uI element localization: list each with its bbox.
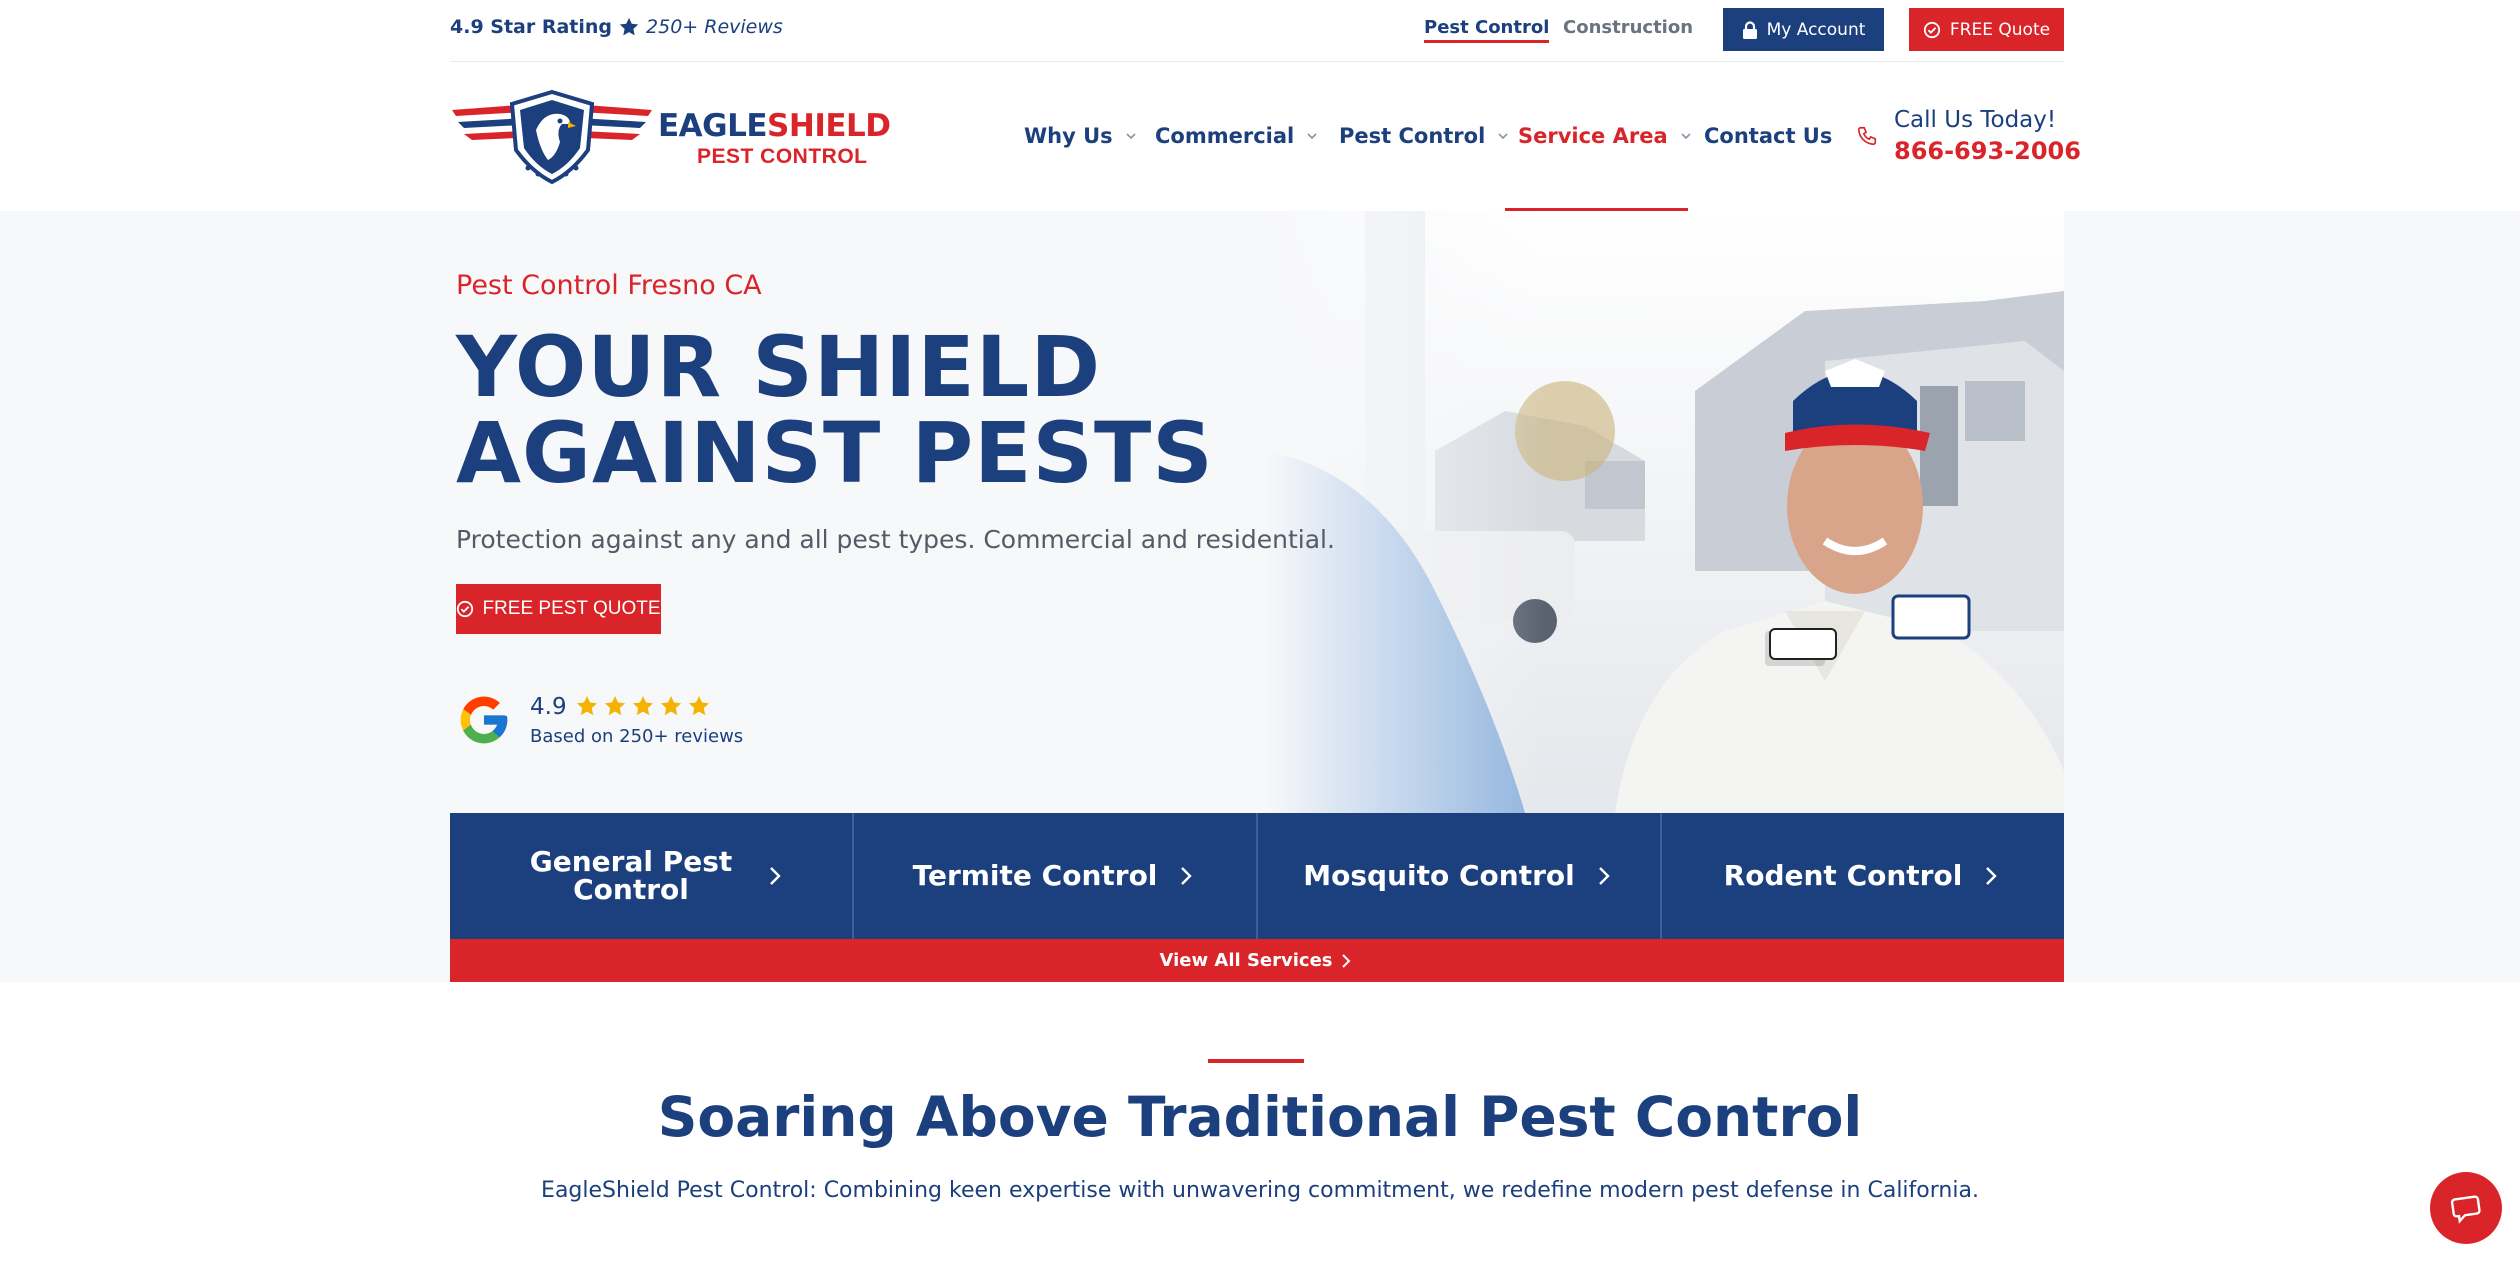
nav-commercial[interactable]: Commercial — [1155, 124, 1318, 148]
eagle-shield-logo — [452, 89, 652, 185]
brand-name: EAGLESHIELD — [658, 108, 891, 144]
brand-subtitle: PEST CONTROL — [697, 145, 868, 168]
free-quote-label: FREE Quote — [1949, 19, 2051, 40]
hero-photo-art — [1265, 211, 2064, 813]
nav-contact-us[interactable]: Contact Us — [1704, 124, 1832, 148]
google-rating-stars — [575, 694, 711, 718]
google-icon — [460, 696, 508, 744]
service-rodent-label: Rodent Control — [1723, 859, 1963, 892]
nav-service-area-label: Service Area — [1518, 124, 1668, 148]
hero-subtitle: Protection against any and all pest type… — [456, 525, 1335, 554]
hero-title: YOUR SHIELD AGAINST PESTS — [456, 324, 1214, 496]
chevron-right-icon — [1986, 867, 1998, 885]
top-rating: 4.9 Star Rating 250+ Reviews — [450, 16, 783, 38]
section-divider — [1208, 1059, 1304, 1063]
services-strip: General Pest Control Termite Control Mos… — [450, 813, 2064, 939]
chevron-right-icon — [1342, 953, 1351, 968]
my-account-button[interactable]: My Account — [1723, 8, 1884, 51]
chevron-right-icon — [770, 867, 781, 885]
top-rating-value: 4.9 Star Rating — [450, 16, 613, 38]
free-pest-quote-label: FREE PEST QUOTE — [482, 598, 661, 619]
brand-name-a: EAGLE — [658, 108, 768, 144]
view-all-label: View All Services — [1159, 950, 1333, 971]
chevron-down-icon — [1307, 133, 1317, 140]
service-rodent-control[interactable]: Rodent Control — [1662, 813, 2064, 939]
star-icon — [633, 696, 653, 716]
section-subtitle: EagleShield Pest Control: Combining keen… — [541, 1178, 1979, 1203]
hero-title-line-1: YOUR SHIELD — [456, 318, 1102, 416]
service-mosquito-label: Mosquito Control — [1303, 859, 1575, 892]
top-link-construction[interactable]: Construction — [1563, 17, 1693, 38]
chevron-right-icon — [1181, 867, 1193, 885]
view-all-services-button[interactable]: View All Services — [450, 939, 2064, 982]
nav-pest-control[interactable]: Pest Control — [1339, 124, 1509, 148]
hero-photo-technician — [1265, 211, 2064, 813]
my-account-label: My Account — [1766, 19, 1866, 40]
free-quote-button[interactable]: FREE Quote — [1909, 8, 2064, 51]
chat-button[interactable] — [2430, 1172, 2502, 1244]
nav-service-area[interactable]: Service Area — [1518, 124, 1692, 148]
section-title: Soaring Above Traditional Pest Control — [657, 1085, 1863, 1149]
service-general-label: General Pest Control — [529, 845, 733, 906]
service-termite-label: Termite Control — [912, 859, 1158, 892]
chevron-down-icon — [1681, 133, 1691, 140]
top-reviews: 250+ Reviews — [646, 16, 783, 38]
service-general-pest-control[interactable]: General Pest Control — [450, 813, 854, 939]
check-circle-icon — [457, 600, 474, 618]
utility-bar: 4.9 Star Rating 250+ Reviews Pest Contro… — [450, 0, 2064, 62]
nav-pest-control-label: Pest Control — [1339, 124, 1486, 148]
chevron-down-icon — [1126, 133, 1136, 140]
star-icon — [619, 17, 639, 36]
star-icon — [605, 696, 625, 716]
star-icon — [689, 696, 709, 716]
chevron-right-icon — [1598, 867, 1610, 885]
nav-contact-us-label: Contact Us — [1704, 124, 1833, 148]
nav-why-us[interactable]: Why Us — [1024, 124, 1137, 148]
hero-title-line-2: AGAINST PESTS — [456, 404, 1214, 502]
logo[interactable]: EAGLESHIELD PEST CONTROL — [452, 89, 891, 185]
call-label: Call Us Today! — [1894, 107, 2057, 133]
check-circle-icon — [1923, 21, 1941, 38]
brand-name-b: SHIELD — [767, 108, 891, 144]
service-mosquito-control[interactable]: Mosquito Control — [1258, 813, 1662, 939]
nav-commercial-label: Commercial — [1155, 124, 1295, 148]
chevron-down-icon — [1498, 133, 1508, 140]
google-rating-score: 4.9 — [530, 694, 567, 720]
star-icon — [661, 696, 681, 716]
chat-icon — [2450, 1195, 2481, 1224]
phone-icon — [1857, 126, 1877, 146]
star-icon — [577, 696, 597, 716]
service-termite-control[interactable]: Termite Control — [854, 813, 1258, 939]
top-link-pest-control[interactable]: Pest Control — [1424, 17, 1550, 43]
hero-kicker: Pest Control Fresno CA — [456, 270, 762, 301]
lock-icon — [1742, 20, 1757, 39]
phone-number-link[interactable]: 866-693-2006 — [1894, 137, 2081, 165]
nav-why-us-label: Why Us — [1024, 124, 1113, 148]
google-rating-based-on: Based on 250+ reviews — [530, 726, 744, 747]
free-pest-quote-button[interactable]: FREE PEST QUOTE — [456, 584, 661, 634]
